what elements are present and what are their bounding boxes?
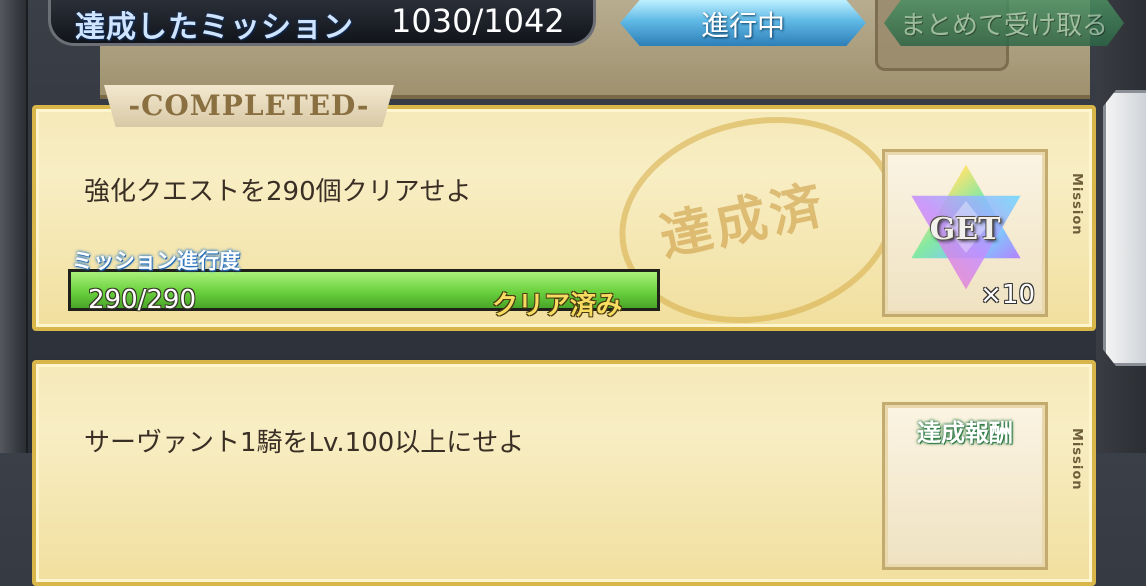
collect-all-button[interactable]: まとめて受け取る	[884, 0, 1124, 46]
completed-missions-count: 1030/1042	[391, 2, 565, 40]
mission-side-tag: Mission	[1069, 428, 1084, 491]
mission-title: サーヴァント1騎をLv.100以上にせよ	[84, 428, 525, 458]
completed-missions-label: 達成したミッション	[75, 10, 354, 45]
tab-in-progress[interactable]: 進行中	[620, 0, 866, 46]
mission-progress-count: 290/290	[88, 285, 197, 315]
mission-card[interactable]: 達成済 強化クエストを290個クリアせよ ミッション進行度 290/290 クリ…	[32, 92, 1096, 348]
completed-ribbon-label: -COMPLETED-	[128, 89, 370, 122]
tab-in-progress-label: 進行中	[700, 9, 785, 42]
collect-all-label: まとめて受け取る	[899, 11, 1108, 41]
mission-side-tag: Mission	[1069, 173, 1084, 236]
reward-quantity: ×10	[980, 280, 1035, 310]
completed-missions-counter: 達成したミッション 1030/1042	[48, 0, 596, 46]
completed-ribbon: -COMPLETED-	[104, 85, 394, 127]
mission-title: 強化クエストを290個クリアせよ	[84, 177, 472, 207]
scrollbar-handle[interactable]	[1103, 90, 1146, 366]
reward-box[interactable]: 達成報酬	[882, 402, 1048, 570]
mission-progress-label: ミッション進行度	[72, 249, 240, 273]
reward-label: 達成報酬	[917, 419, 1013, 447]
reward-get-label: GET	[929, 212, 1001, 247]
left-frame	[0, 0, 28, 453]
mission-status: クリア済み	[492, 291, 623, 321]
reward-box[interactable]: GET ×10	[882, 149, 1048, 317]
mission-card[interactable]: サーヴァント1騎をLv.100以上にせよ 達成報酬 Mission	[32, 360, 1096, 586]
